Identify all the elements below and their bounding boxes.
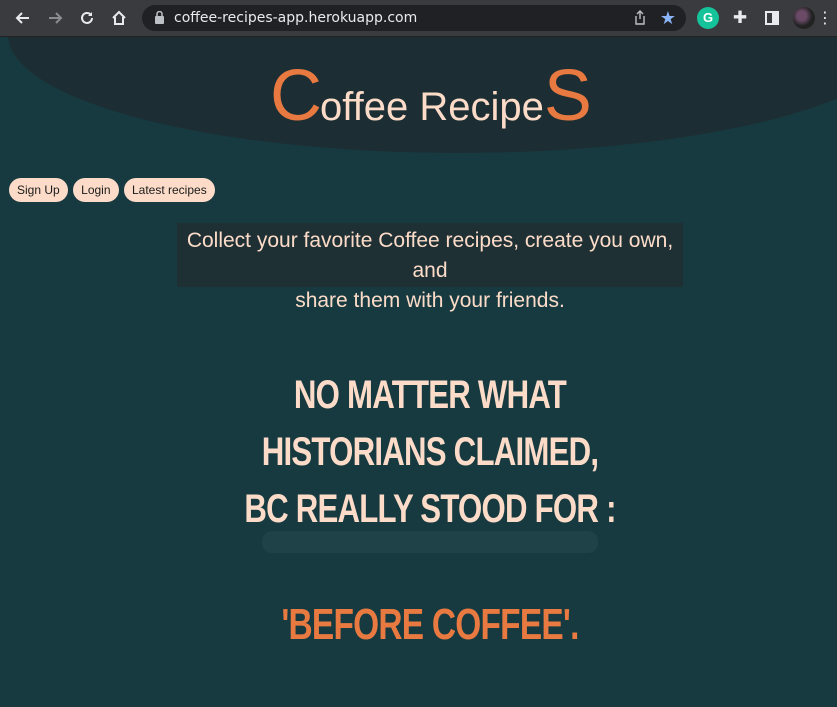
menu-icon[interactable]: ⋮ — [817, 7, 833, 29]
title-middle: offee Recipe — [320, 85, 544, 129]
nav-bar: Sign Up Login Latest recipes — [9, 178, 216, 202]
quote-line-1: No matter what — [293, 373, 567, 417]
forward-arrow-icon[interactable] — [43, 6, 67, 30]
tagline-line-1: Collect your favorite Coffee recipes, cr… — [186, 229, 674, 282]
quote-line-3: BC really stood for : — [244, 487, 616, 531]
star-icon[interactable]: ★ — [660, 8, 676, 29]
site-title: Coffee RecipeS — [0, 55, 837, 137]
latest-recipes-button[interactable]: Latest recipes — [123, 178, 215, 202]
reload-icon[interactable] — [75, 6, 99, 30]
browser-toolbar: coffee-recipes-app.herokuapp.com ★ G ✚ ⋮ — [0, 0, 837, 37]
quote: No matter what historians claimed, BC re… — [95, 367, 766, 538]
grammarly-icon[interactable]: G — [697, 7, 719, 29]
back-arrow-icon[interactable] — [11, 6, 35, 30]
tagline: Collect your favorite Coffee recipes, cr… — [177, 223, 683, 312]
tagline-line-2: share them with your friends. — [295, 289, 565, 312]
page-content: Coffee RecipeS Sign Up Login Latest reci… — [0, 37, 837, 707]
quote-underline — [262, 531, 598, 553]
share-icon[interactable] — [634, 10, 646, 25]
puzzle-icon[interactable]: ✚ — [729, 7, 751, 29]
side-panel-icon[interactable] — [761, 7, 783, 29]
url-text: coffee-recipes-app.herokuapp.com — [174, 10, 418, 26]
quote-punchline: 'Before Coffee'. — [281, 600, 579, 649]
lock-icon — [155, 11, 164, 24]
profile-avatar[interactable] — [793, 7, 815, 29]
title-last-letter: S — [543, 56, 592, 136]
quote-line-2: historians claimed, — [261, 430, 599, 474]
grammarly-letter: G — [702, 10, 714, 25]
address-bar[interactable]: coffee-recipes-app.herokuapp.com ★ — [142, 5, 686, 31]
home-icon[interactable] — [107, 6, 131, 30]
login-button[interactable]: Login — [73, 178, 119, 202]
signup-button[interactable]: Sign Up — [9, 178, 68, 202]
title-first-letter: C — [270, 56, 322, 136]
